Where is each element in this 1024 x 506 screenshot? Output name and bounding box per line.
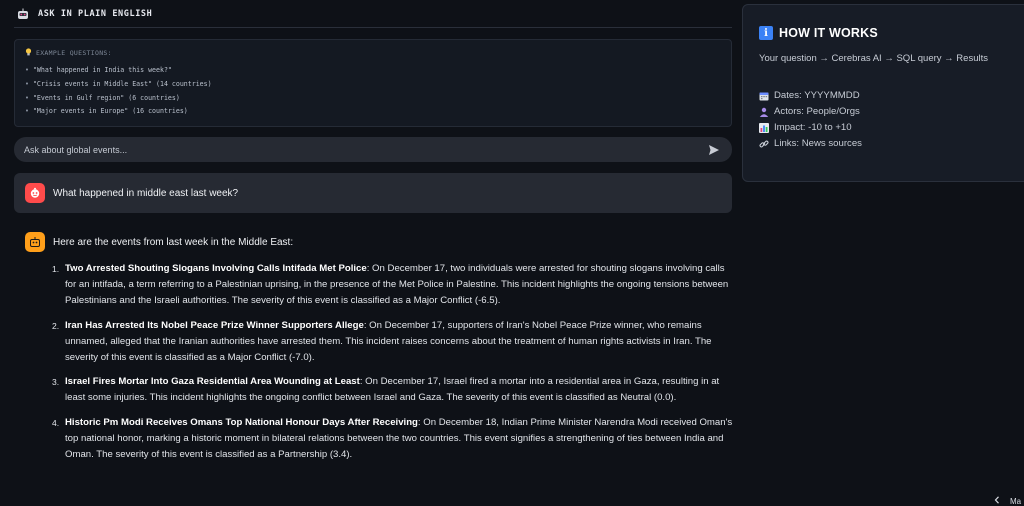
- event-item: 4. Historic Pm Modi Receives Omans Top N…: [52, 415, 738, 464]
- lightbulb-icon: [25, 48, 32, 58]
- event-item: 3. Israel Fires Mortar Into Gaza Residen…: [52, 374, 738, 406]
- event-title: Two Arrested Shouting Slogans Involving …: [65, 263, 367, 274]
- bottom-navigation[interactable]: Ma: [994, 496, 1021, 506]
- assistant-message-header: Here are the events from last week in th…: [25, 232, 732, 252]
- example-question-item[interactable]: "Major events in Europe" (16 countries): [25, 105, 721, 119]
- user-avatar-icon: [25, 183, 45, 203]
- person-icon: [759, 107, 769, 117]
- robot-icon: [16, 7, 30, 21]
- assistant-message: Here are the events from last week in th…: [25, 232, 732, 471]
- example-questions-box: EXAMPLE QUESTIONS: "What happened in Ind…: [14, 39, 732, 127]
- legend-item-links: Links: News sources: [759, 136, 1015, 152]
- legend-item-dates: Dates: YYYYMMDD: [759, 88, 1015, 104]
- main-column: ASK IN PLAIN ENGLISH EXAMPLE QUESTIONS: …: [14, 0, 732, 506]
- events-list: 1. Two Arrested Shouting Slogans Involvi…: [52, 261, 738, 463]
- legend-list: Dates: YYYYMMDD Actors: People/Orgs Impa…: [759, 88, 1015, 152]
- link-icon: [759, 139, 769, 149]
- event-number: 2.: [52, 320, 60, 331]
- event-number: 1.: [52, 264, 60, 274]
- chat-input-bar: [14, 137, 732, 162]
- example-question-item[interactable]: "Events in Gulf region" (6 countries): [25, 92, 721, 106]
- legend-item-actors: Actors: People/Orgs: [759, 104, 1015, 120]
- event-title: Iran Has Arrested Its Nobel Peace Prize …: [65, 319, 364, 331]
- pipeline-description: Your question → Cerebras AI → SQL query …: [759, 53, 988, 64]
- calendar-icon: [759, 91, 769, 101]
- send-button[interactable]: [706, 142, 722, 158]
- event-item: 1. Two Arrested Shouting Slogans Involvi…: [52, 261, 738, 310]
- user-message-text: What happened in middle east last week?: [53, 187, 239, 199]
- example-questions-title: EXAMPLE QUESTIONS:: [25, 48, 721, 58]
- event-number: 3.: [52, 377, 60, 388]
- section-title: ASK IN PLAIN ENGLISH: [38, 8, 153, 19]
- assistant-intro-text: Here are the events from last week in th…: [53, 236, 294, 248]
- how-it-works-panel: i HOW IT WORKS Your question → Cerebras …: [742, 4, 1024, 182]
- bar-chart-icon: [759, 123, 769, 133]
- example-question-item[interactable]: "What happened in India this week?": [25, 64, 721, 78]
- send-icon: [709, 144, 719, 155]
- event-item: 2. Iran Has Arrested Its Nobel Peace Pri…: [52, 318, 738, 367]
- example-question-item[interactable]: "Crisis events in Middle East" (14 count…: [25, 78, 721, 92]
- how-it-works-title: HOW IT WORKS: [779, 26, 878, 40]
- bot-avatar-icon: [25, 232, 45, 252]
- legend-item-impact: Impact: -10 to +10: [759, 120, 1015, 136]
- how-it-works-header: i HOW IT WORKS: [759, 26, 1015, 40]
- user-message: What happened in middle east last week?: [14, 173, 732, 213]
- nav-label[interactable]: Ma: [1010, 497, 1021, 506]
- event-title: Historic Pm Modi Receives Omans Top Nati…: [65, 416, 418, 428]
- info-icon: i: [759, 26, 773, 40]
- section-header: ASK IN PLAIN ENGLISH: [14, 0, 732, 28]
- event-title: Israel Fires Mortar Into Gaza Residentia…: [65, 376, 360, 388]
- event-number: 4.: [52, 417, 60, 428]
- chevron-left-icon[interactable]: [994, 496, 1000, 506]
- chat-input[interactable]: [24, 144, 706, 155]
